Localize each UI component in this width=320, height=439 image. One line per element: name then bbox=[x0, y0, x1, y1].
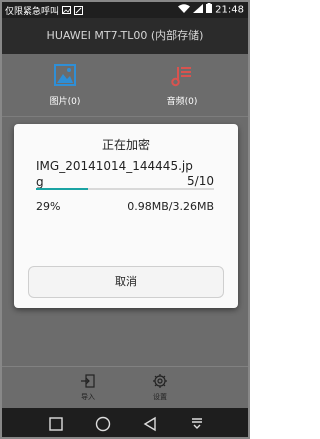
current-filename: IMG_20141014_144445.jpg bbox=[36, 159, 193, 189]
settings-button[interactable]: 设置 bbox=[135, 373, 185, 402]
encrypting-dialog: 正在加密 IMG_20141014_144445.jpg 5/10 29% 0.… bbox=[14, 124, 238, 308]
signal-icon bbox=[192, 3, 203, 16]
progress-bar-fill bbox=[36, 188, 88, 190]
notification-pull-icon[interactable] bbox=[188, 415, 206, 433]
page-title: HUAWEI MT7-TL00 (内部存储) bbox=[46, 29, 204, 42]
settings-label: 设置 bbox=[153, 393, 167, 401]
file-counter: 5/10 bbox=[187, 174, 214, 188]
nfc-icon bbox=[73, 5, 83, 18]
status-right: 21:48 bbox=[177, 3, 244, 16]
category-audio-label: 音频(0) bbox=[166, 97, 198, 107]
gear-icon bbox=[152, 373, 168, 389]
divider bbox=[0, 116, 250, 117]
back-icon[interactable] bbox=[141, 415, 159, 433]
import-button[interactable]: 导入 bbox=[63, 373, 113, 402]
import-label: 导入 bbox=[81, 393, 95, 401]
screen: 仅限紧急呼叫 21:48 HUAWEI MT7-TL00 (内部存储) 图片(0… bbox=[0, 0, 250, 439]
bottom-action-bar: 导入 设置 bbox=[0, 366, 250, 409]
home-icon[interactable] bbox=[94, 415, 112, 433]
category-images[interactable]: 图片(0) bbox=[35, 62, 95, 107]
image-icon bbox=[50, 62, 80, 90]
category-audio[interactable]: 音频(0) bbox=[152, 62, 212, 107]
music-icon bbox=[167, 62, 197, 90]
recent-apps-icon[interactable] bbox=[47, 415, 65, 433]
status-left: 仅限紧急呼叫 bbox=[5, 4, 83, 18]
carrier-text: 仅限紧急呼叫 bbox=[5, 7, 60, 17]
progress-percent: 29% bbox=[36, 200, 61, 213]
progress-size: 0.98MB/3.26MB bbox=[127, 200, 214, 213]
clock: 21:48 bbox=[215, 4, 244, 16]
status-bar: 仅限紧急呼叫 21:48 bbox=[0, 0, 250, 18]
wifi-icon bbox=[177, 3, 190, 16]
category-images-label: 图片(0) bbox=[49, 97, 81, 107]
photo-icon bbox=[61, 6, 71, 17]
navigation-bar bbox=[0, 408, 250, 439]
battery-icon bbox=[205, 3, 212, 16]
progress-bar bbox=[36, 188, 214, 190]
title-bar: HUAWEI MT7-TL00 (内部存储) bbox=[0, 18, 250, 54]
cancel-button[interactable]: 取消 bbox=[28, 266, 224, 298]
dialog-title: 正在加密 bbox=[101, 138, 150, 152]
import-icon bbox=[80, 373, 96, 389]
